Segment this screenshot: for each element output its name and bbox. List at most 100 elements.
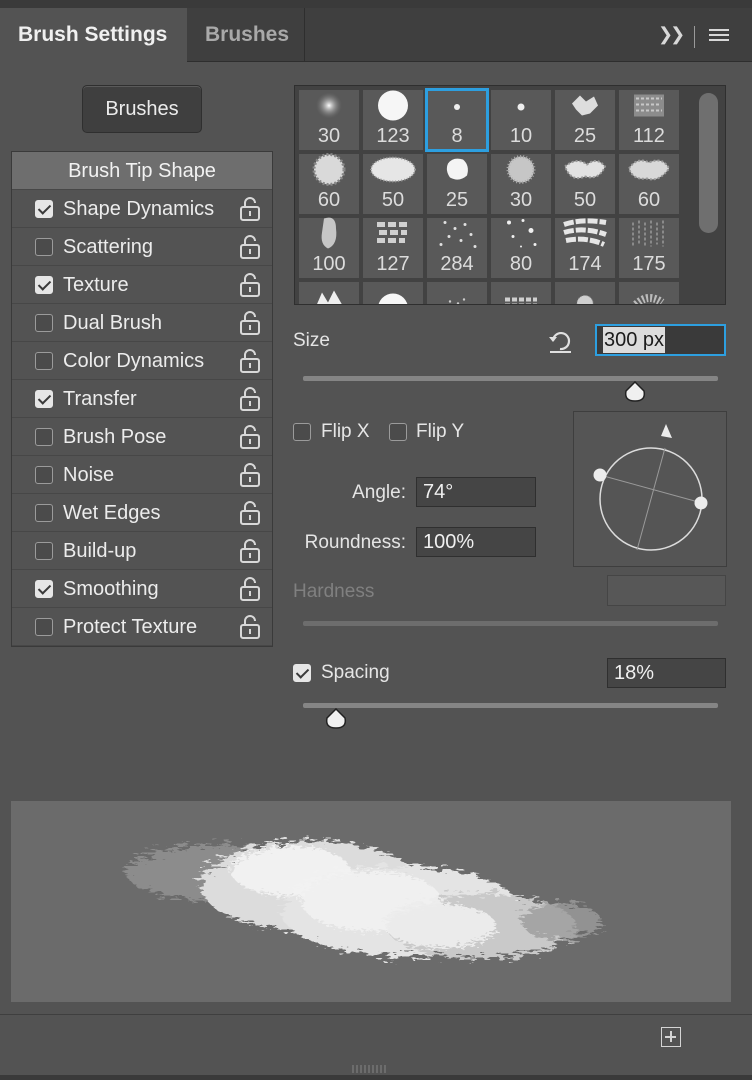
tab-brush-settings[interactable]: Brush Settings (0, 8, 187, 62)
size-slider-track[interactable] (303, 376, 718, 381)
option-row[interactable]: Protect Texture (12, 608, 272, 646)
brush-preset-tile[interactable]: 30 (299, 90, 359, 150)
reset-size-icon[interactable] (547, 328, 573, 354)
option-row[interactable]: Dual Brush (12, 304, 272, 342)
unlock-icon[interactable] (239, 425, 261, 449)
brush-preset-tile[interactable] (491, 282, 551, 304)
brush-preset-tile[interactable]: 100 (299, 217, 359, 278)
option-checkbox[interactable] (35, 618, 53, 636)
angle-dial[interactable] (574, 412, 728, 568)
tab-brushes[interactable]: Brushes (187, 8, 305, 62)
option-label[interactable]: Transfer (63, 380, 137, 418)
brush-preset-tile[interactable]: 25 (427, 154, 487, 214)
option-row[interactable]: Shape Dynamics (12, 190, 272, 228)
option-row[interactable]: Build-up (12, 532, 272, 570)
flip-x-checkbox[interactable] (293, 423, 311, 441)
option-label[interactable]: Build-up (63, 532, 136, 570)
brush-preset-tile[interactable]: 25 (555, 90, 615, 150)
brush-preset-tile[interactable]: 112 (619, 90, 679, 150)
unlock-icon[interactable] (239, 235, 261, 259)
brush-preset-tile[interactable]: 50 (363, 154, 423, 214)
unlock-icon[interactable] (239, 387, 261, 411)
option-row[interactable]: Smoothing (12, 570, 272, 608)
unlock-icon[interactable] (239, 539, 261, 563)
size-slider-thumb[interactable] (623, 381, 647, 403)
brush-preset-tile[interactable]: 60 (619, 154, 679, 214)
brush-preset-tile[interactable] (555, 282, 615, 304)
size-input[interactable]: 300 px (595, 324, 726, 356)
stroke-preview-image (126, 841, 601, 958)
unlock-icon[interactable] (239, 197, 261, 221)
spacing-checkbox[interactable] (293, 664, 311, 682)
spacing-input[interactable]: 18% (607, 658, 726, 688)
double-chevron-right-icon[interactable]: ❯❯ (658, 24, 685, 45)
preset-scrollbar-thumb[interactable] (699, 93, 718, 233)
option-checkbox[interactable] (35, 504, 53, 522)
option-brush-tip-shape[interactable]: Brush Tip Shape (12, 152, 272, 190)
option-checkbox[interactable] (35, 390, 53, 408)
flip-y-checkbox[interactable] (389, 423, 407, 441)
option-row[interactable]: Scattering (12, 228, 272, 266)
option-row[interactable]: Noise (12, 456, 272, 494)
option-checkbox[interactable] (35, 466, 53, 484)
angle-input[interactable]: 74° (416, 477, 536, 507)
option-label[interactable]: Noise (63, 456, 114, 494)
unlock-icon[interactable] (239, 615, 261, 639)
unlock-icon[interactable] (239, 577, 261, 601)
unlock-icon[interactable] (239, 349, 261, 373)
brush-preset-tile[interactable]: 8 (425, 88, 489, 152)
brush-preset-tile[interactable]: 50 (555, 154, 615, 214)
option-checkbox[interactable] (35, 352, 53, 370)
option-row[interactable]: Wet Edges (12, 494, 272, 532)
option-checkbox[interactable] (35, 580, 53, 598)
brush-preset-tile[interactable]: 284 (427, 218, 487, 278)
brush-preset-tile[interactable]: 80 (491, 218, 551, 278)
option-checkbox[interactable] (35, 200, 53, 218)
flip-y-label[interactable]: Flip Y (416, 421, 464, 443)
brush-preset-tile[interactable]: 60 (299, 153, 359, 214)
brush-preset-tile[interactable] (363, 282, 423, 304)
option-checkbox[interactable] (35, 276, 53, 294)
option-row[interactable]: Transfer (12, 380, 272, 418)
option-row[interactable]: Texture (12, 266, 272, 304)
flip-x-label[interactable]: Flip X (321, 421, 370, 443)
spacing-slider-thumb[interactable] (324, 708, 348, 730)
brush-preset-tile[interactable] (299, 282, 359, 304)
brush-size-label: 25 (445, 189, 469, 211)
option-checkbox[interactable] (35, 428, 53, 446)
unlock-icon[interactable] (239, 463, 261, 487)
option-label[interactable]: Color Dynamics (63, 342, 204, 380)
option-checkbox[interactable] (35, 314, 53, 332)
option-label[interactable]: Shape Dynamics (63, 190, 214, 228)
option-label[interactable]: Wet Edges (63, 494, 160, 532)
option-label[interactable]: Scattering (63, 228, 153, 266)
option-row[interactable]: Color Dynamics (12, 342, 272, 380)
option-checkbox[interactable] (35, 238, 53, 256)
option-checkbox[interactable] (35, 542, 53, 560)
roundness-input[interactable]: 100% (416, 527, 536, 557)
brush-preset-tile[interactable]: 174 (555, 218, 615, 278)
brush-preset-tile[interactable]: 10 (491, 90, 551, 150)
option-label[interactable]: Dual Brush (63, 304, 162, 342)
brushes-button[interactable]: Brushes (82, 85, 202, 133)
brush-preset-tile[interactable]: 30 (491, 154, 551, 214)
spacing-slider-track[interactable] (303, 703, 718, 708)
option-row[interactable]: Brush Pose (12, 418, 272, 456)
brush-preset-tile[interactable] (619, 282, 679, 304)
new-brush-preset-icon[interactable] (661, 1027, 681, 1047)
brush-preset-tile[interactable]: 127 (363, 218, 423, 278)
hamburger-menu-icon[interactable] (709, 29, 729, 44)
brush-preset-tile[interactable]: 123 (363, 90, 423, 150)
option-label[interactable]: Smoothing (63, 570, 159, 608)
unlock-icon[interactable] (239, 501, 261, 525)
unlock-icon[interactable] (239, 311, 261, 335)
spacing-label[interactable]: Spacing (321, 662, 390, 684)
brush-preset-tile[interactable]: 175 (619, 218, 679, 278)
unlock-icon[interactable] (239, 273, 261, 297)
brush-preset-tile[interactable] (427, 282, 487, 304)
option-label[interactable]: Texture (63, 266, 129, 304)
option-label[interactable]: Brush Pose (63, 418, 166, 456)
option-label[interactable]: Protect Texture (63, 608, 197, 646)
angle-roundness-widget[interactable] (573, 411, 727, 567)
resize-grip[interactable] (352, 1065, 388, 1073)
